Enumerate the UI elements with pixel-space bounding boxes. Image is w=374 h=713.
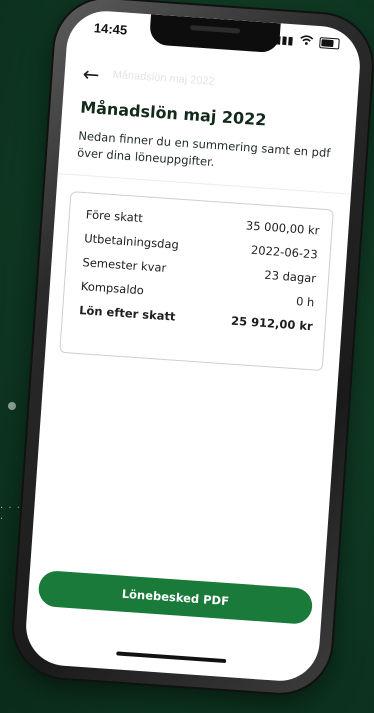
intro-text: Nedan finner du en summering samt en pdf… [76, 128, 331, 170]
status-icons: ▮▮▮ [275, 33, 340, 50]
row-value: 35 000,00 kr [245, 218, 320, 238]
row-label: Kompsaldo [80, 279, 145, 298]
battery-icon [319, 37, 340, 50]
page-title: Månadslön maj 2022 [79, 97, 267, 130]
row-value: 23 dagar [263, 267, 317, 286]
wifi-icon [299, 35, 314, 49]
back-arrow-icon[interactable]: ← [82, 62, 100, 87]
status-time: 14:45 [93, 20, 128, 38]
phone-screen: 14:45 ▮▮▮ ← Månadslön maj 2022 Månadslön… [23, 8, 363, 684]
home-indicator[interactable] [116, 651, 227, 664]
salary-summary-card: Före skatt 35 000,00 kr Utbetalningsdag … [59, 191, 334, 372]
nav-title: Månadslön maj 2022 [112, 68, 216, 88]
payslip-pdf-button[interactable]: Lönebesked PDF [37, 569, 314, 625]
row-value: 0 h [295, 294, 315, 310]
decorative-dot [8, 402, 16, 410]
row-label: Före skatt [85, 207, 144, 226]
speaker-grille [190, 25, 241, 34]
phone-mockup: 14:45 ▮▮▮ ← Månadslön maj 2022 Månadslön… [10, 0, 374, 697]
